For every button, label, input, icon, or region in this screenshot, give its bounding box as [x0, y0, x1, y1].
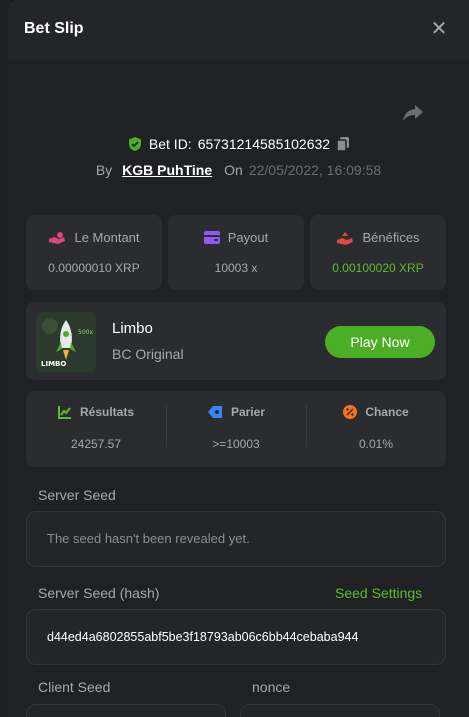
seed-settings-link[interactable]: Seed Settings — [335, 585, 422, 601]
target-label: Parier — [230, 405, 266, 419]
thumb-title: LIMBO — [41, 360, 66, 368]
server-hash-field[interactable]: d44ed4a6802855abf5be3f18793ab06c6bb44ceb… — [26, 609, 446, 665]
target-value: >=10003 — [212, 437, 260, 451]
stat-payout-value: 10003 x — [214, 261, 258, 275]
stat-amount-value: 0.00000010 XRP — [48, 261, 140, 275]
stat-amount-label: Le Montant — [74, 230, 140, 245]
profit-hand-icon — [337, 231, 354, 245]
on-label: On — [224, 162, 243, 178]
coin-hand-icon — [49, 231, 66, 244]
client-seed-field[interactable] — [26, 704, 226, 717]
share-icon[interactable] — [401, 102, 425, 124]
result-value: 24257.57 — [70, 437, 122, 451]
server-seed-label: Server Seed — [38, 487, 116, 503]
stat-profit-value: 0.00100020 XRP — [332, 261, 424, 275]
result-chance: Chance 0.01% — [306, 391, 446, 467]
result-multiplier: Résultats 24257.57 — [26, 391, 166, 467]
modal-title: Bet Slip — [24, 20, 84, 37]
stat-amount: Le Montant 0.00000010 XRP — [26, 215, 162, 290]
nonce-field[interactable] — [240, 704, 440, 717]
close-icon[interactable]: ✕ — [428, 18, 450, 40]
result-target: Parier >=10003 — [166, 391, 306, 467]
bet-datetime: 22/05/2022, 16:09:58 — [248, 162, 382, 178]
stat-profit: Bénéfices 0.00100020 XRP — [310, 215, 446, 290]
tag-icon — [207, 406, 222, 418]
bet-stats: Le Montant 0.00000010 XRP Payout 10003 x — [26, 215, 446, 290]
bet-id-value: 65731214585102632 — [197, 136, 331, 152]
server-seed-field: The seed hasn't been revealed yet. — [26, 511, 446, 567]
client-seed-label: Client Seed — [38, 679, 111, 695]
server-hash-label: Server Seed (hash) — [38, 585, 160, 601]
bet-details: Bet ID: 65731214585102632 By KGB PuhTine… — [8, 60, 469, 717]
nonce-label: nonce — [252, 679, 291, 695]
chart-icon — [57, 406, 71, 419]
percent-icon — [343, 405, 358, 419]
user-link[interactable]: KGB PuhTine — [122, 162, 212, 178]
game-subtitle: BC Original — [112, 346, 184, 362]
thumb-badge: 500x — [78, 329, 93, 336]
game-name: Limbo — [112, 320, 153, 337]
wallet-icon — [203, 231, 220, 244]
game-card: 500x LIMBO Limbo BC Original Play Now — [26, 302, 446, 380]
stat-payout-label: Payout — [227, 230, 269, 245]
modal-header: Bet Slip ✕ — [8, 0, 469, 60]
game-thumbnail: 500x LIMBO — [36, 312, 96, 372]
bet-id-row: Bet ID: 65731214585102632 — [8, 132, 469, 156]
by-label: By — [95, 162, 113, 178]
bet-author-row: By KGB PuhTine On 22/05/2022, 16:09:58 — [8, 158, 469, 182]
chance-value: 0.01% — [358, 437, 394, 451]
shield-check-icon — [128, 137, 141, 151]
stat-payout: Payout 10003 x — [168, 215, 304, 290]
stat-profit-label: Bénéfices — [362, 230, 420, 245]
result-label: Résultats — [79, 405, 135, 419]
chance-label: Chance — [365, 405, 409, 419]
bet-results: Résultats 24257.57 Parier >=10003 Chance… — [26, 391, 446, 467]
play-now-button[interactable]: Play Now — [325, 326, 435, 358]
copy-icon[interactable] — [336, 136, 350, 152]
bet-id-label: Bet ID: — [148, 136, 192, 152]
bet-slip-modal: Bet Slip ✕ Bet ID: 65731214585102632 By … — [8, 0, 469, 717]
